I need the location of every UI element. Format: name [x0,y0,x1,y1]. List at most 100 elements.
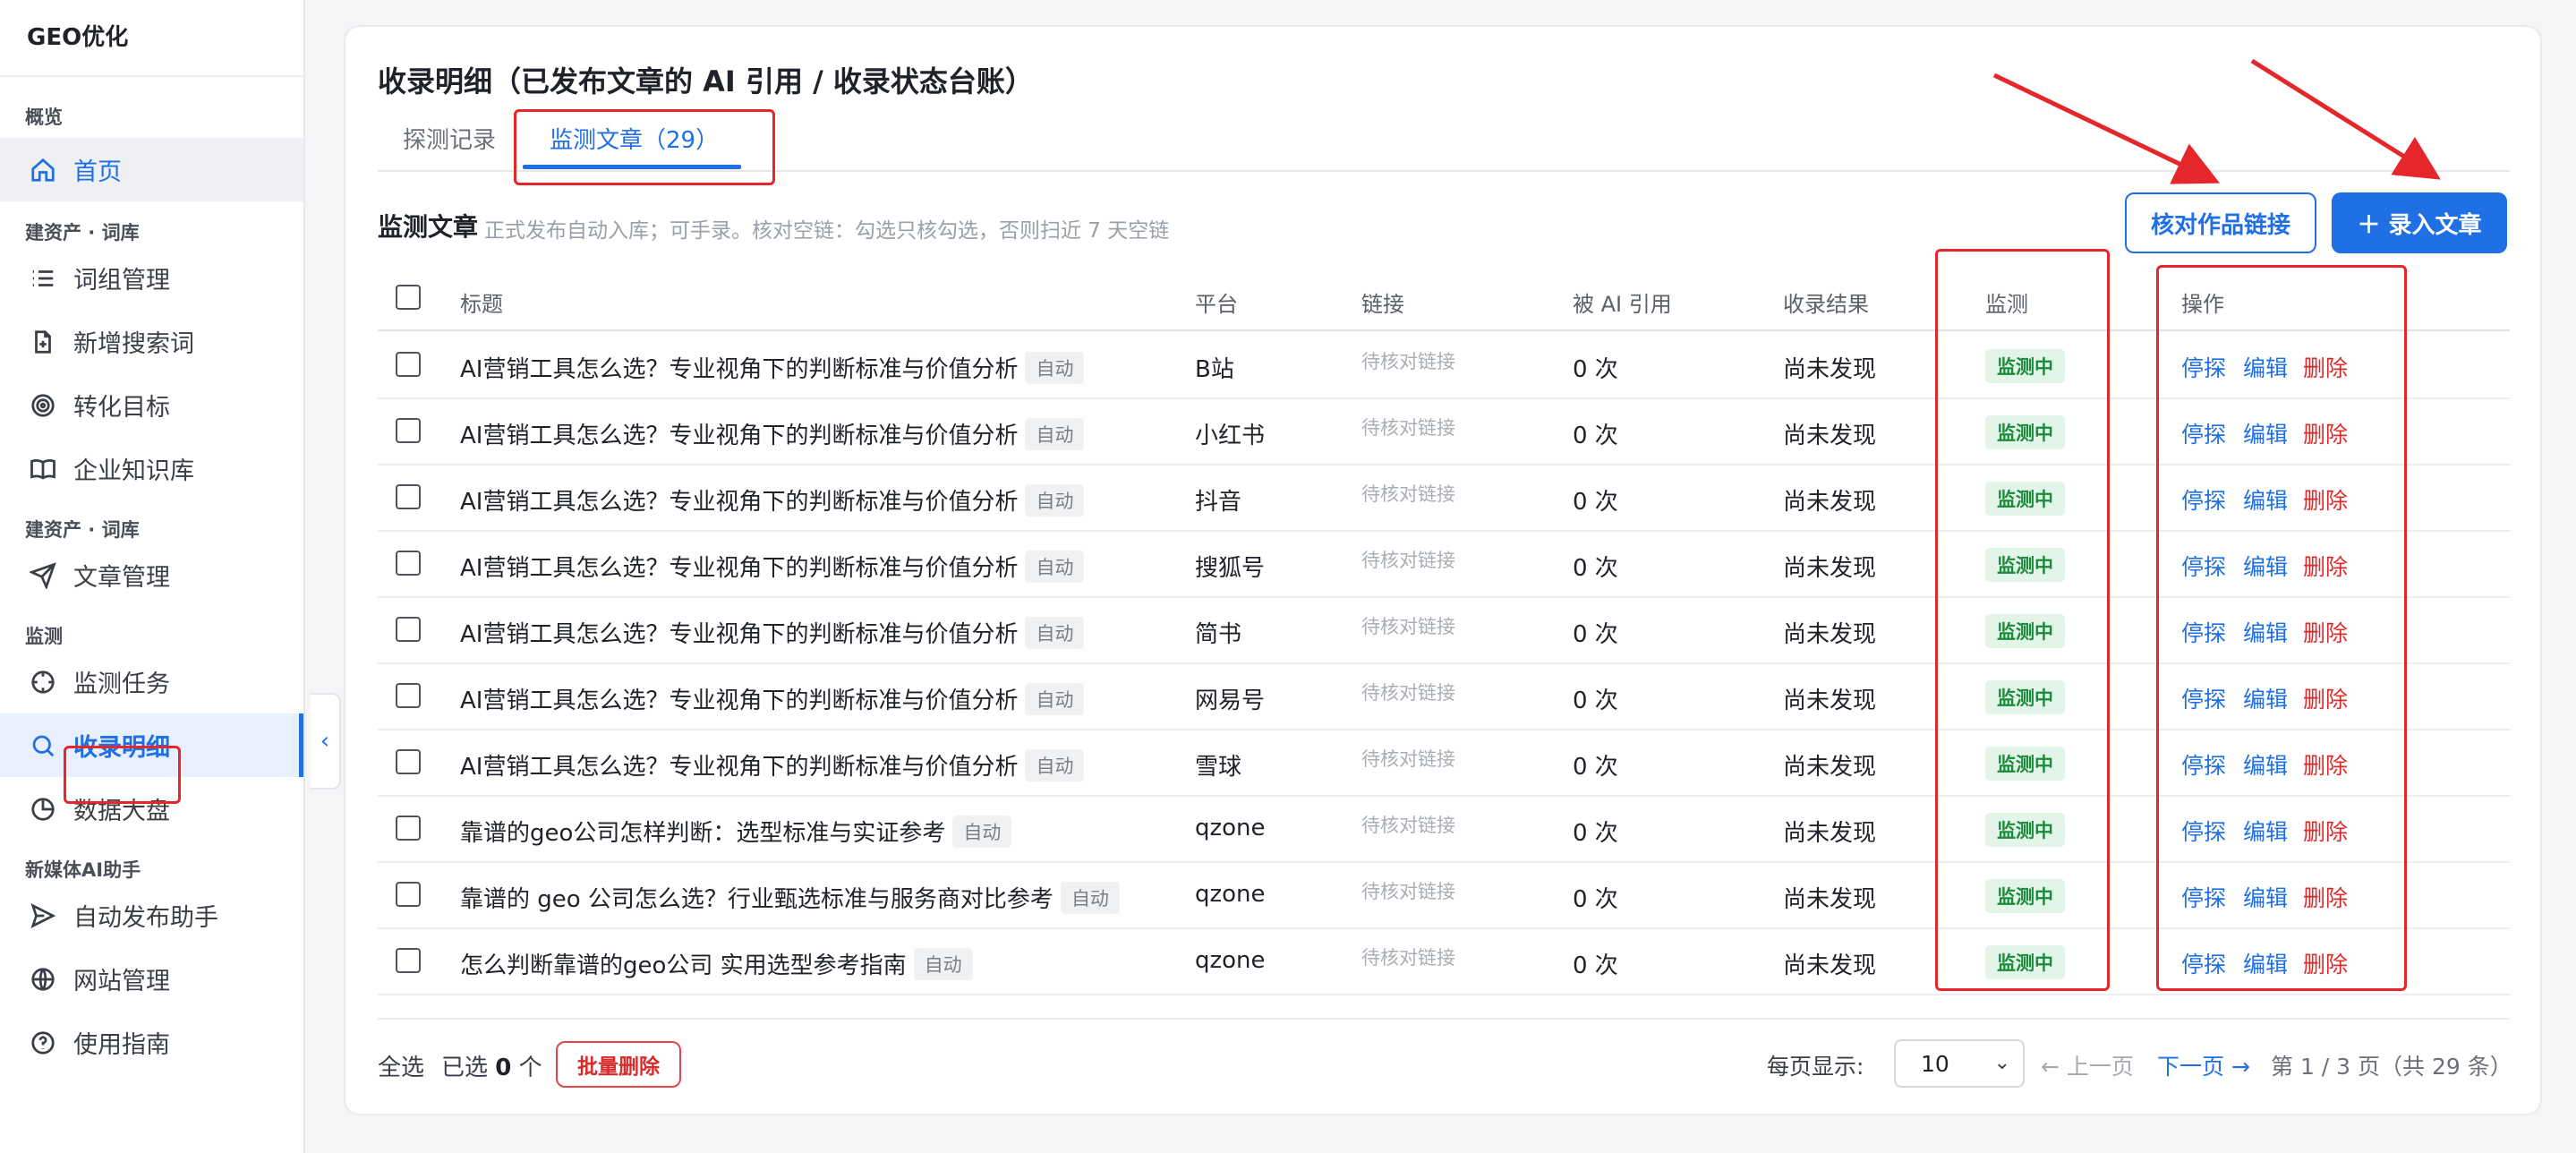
sidebar-item-home[interactable]: 首页 [0,138,303,201]
annotation-box-nav [64,746,181,804]
inclusion-result-cell: 尚未发现 [1783,356,1877,383]
row-checkbox[interactable] [396,484,421,509]
platform-cell: B站 [1195,356,1234,383]
ai-cited-cell: 0 次 [1573,555,1618,582]
sidebar-item-conversion-goal[interactable]: 转化目标 [0,373,303,437]
batch-delete-button[interactable]: 批量删除 [556,1041,681,1088]
pie-chart-icon [29,795,57,824]
selected-number: 0 [495,1055,512,1081]
platform-cell: 小红书 [1195,423,1266,449]
tab-probe-records[interactable]: 探测记录 [403,122,496,155]
home-icon [29,156,57,184]
crosshair-icon [29,668,57,696]
ai-cited-cell: 0 次 [1573,688,1618,714]
article-title: AI营销工具怎么选？专业视角下的判断标准与价值分析 [460,754,1019,781]
inclusion-result-cell: 尚未发现 [1783,952,1877,979]
target-icon [29,391,57,420]
select-all-link[interactable]: 全选 [378,1049,424,1082]
column-header-title: 标题 [460,292,503,317]
sidebar-item-label: 自动发布助手 [73,904,218,932]
sidebar-item-label: 网站管理 [73,968,170,995]
per-page-label: 每页显示: [1767,1054,1864,1080]
title-cell: AI营销工具怎么选？专业视角下的判断标准与价值分析 自动 [460,550,1085,583]
inclusion-result-cell: 尚未发现 [1783,820,1877,847]
next-page-link[interactable]: 下一页 → [2157,1049,2250,1081]
file-plus-icon [29,328,57,356]
inclusion-result-cell: 尚未发现 [1783,688,1877,714]
page-size-select[interactable]: 10 ⌄ [1894,1039,2025,1088]
row-checkbox[interactable] [396,683,421,708]
section-title: 监测文章 [378,212,479,242]
link-cell: 待核对链接 [1361,417,1455,439]
ai-cited-cell: 0 次 [1573,621,1618,648]
verify-links-button[interactable]: 核对作品链接 [2125,192,2316,253]
sidebar-item-monitor-tasks[interactable]: 监测任务 [0,650,303,713]
sidebar-item-user-guide[interactable]: 使用指南 [0,1011,303,1074]
send-icon [29,561,57,590]
select-all-checkbox[interactable] [396,285,421,310]
selected-suffix: 个 [518,1055,542,1081]
book-icon [29,455,57,483]
sidebar-section-overview: 概览 [25,107,63,128]
inclusion-result-cell: 尚未发现 [1783,555,1877,582]
sidebar-item-auto-publish[interactable]: 自动发布助手 [0,884,303,947]
platform-cell: 网易号 [1195,688,1266,714]
page-size-value: 10 [1921,1050,1949,1077]
sidebar-item-label: 词组管理 [73,267,170,295]
ai-cited-cell: 0 次 [1573,356,1618,383]
title-cell: 怎么判断靠谱的geo公司 实用选型参考指南 自动 [460,947,973,980]
sidebar-item-label: 首页 [73,158,122,186]
auto-tag: 自动 [1060,882,1120,914]
inclusion-result-cell: 尚未发现 [1783,754,1877,781]
article-title: AI营销工具怎么选？专业视角下的判断标准与价值分析 [460,688,1019,714]
chevron-left-icon: ‹ [320,728,330,755]
title-cell: AI营销工具怎么选？专业视角下的判断标准与价值分析 自动 [460,417,1085,450]
column-header-inclusion-result: 收录结果 [1783,292,1869,317]
row-checkbox[interactable] [396,882,421,907]
platform-cell: 抖音 [1195,489,1242,516]
row-checkbox[interactable] [396,749,421,774]
title-cell: 靠谱的geo公司怎样判断：选型标准与实证参考 自动 [460,815,1012,848]
brand-logo: GEO优化 [0,0,303,77]
article-title: 靠谱的 geo 公司怎么选？行业甄选标准与服务商对比参考 [460,886,1053,913]
column-header-ai-cited: 被 AI 引用 [1573,292,1672,317]
sidebar-collapse-button[interactable]: ‹ [311,693,341,790]
annotation-box-monitor-column [1935,249,2110,991]
auto-tag: 自动 [1025,484,1085,517]
row-checkbox[interactable] [396,551,421,576]
article-title: 怎么判断靠谱的geo公司 实用选型参考指南 [460,952,907,979]
row-checkbox[interactable] [396,352,421,377]
ai-cited-cell: 0 次 [1573,423,1618,449]
ai-cited-cell: 0 次 [1573,754,1618,781]
auto-tag: 自动 [1025,418,1085,450]
ai-cited-cell: 0 次 [1573,489,1618,516]
row-checkbox[interactable] [396,617,421,642]
link-cell: 待核对链接 [1361,682,1455,704]
link-cell: 待核对链接 [1361,815,1455,836]
article-title: AI营销工具怎么选？专业视角下的判断标准与价值分析 [460,489,1019,516]
sidebar-item-add-search-term[interactable]: 新增搜索词 [0,310,303,373]
sidebar-item-site-management[interactable]: 网站管理 [0,947,303,1011]
row-checkbox[interactable] [396,418,421,443]
sidebar-item-label: 文章管理 [73,564,170,592]
sidebar-section-monitoring: 监测 [25,626,63,647]
article-title: AI营销工具怎么选？专业视角下的判断标准与价值分析 [460,356,1019,383]
add-article-button[interactable]: ＋ 录入文章 [2332,192,2507,253]
prev-page-link[interactable]: ← 上一页 [2041,1049,2134,1081]
platform-cell: 雪球 [1195,754,1242,781]
sidebar-item-phrase-management[interactable]: 词组管理 [0,246,303,310]
auto-tag: 自动 [1025,683,1085,715]
platform-cell: 简书 [1195,621,1242,648]
auto-tag: 自动 [1025,352,1085,384]
auto-tag: 自动 [1025,749,1085,781]
sidebar-section-assets-2: 建资产 · 词库 [25,519,140,541]
sidebar-item-label: 使用指南 [73,1031,170,1059]
auto-tag: 自动 [952,816,1012,848]
sidebar-item-article-management[interactable]: 文章管理 [0,543,303,607]
row-checkbox[interactable] [396,816,421,841]
row-checkbox[interactable] [396,948,421,973]
sidebar-item-knowledge-base[interactable]: 企业知识库 [0,437,303,500]
ai-cited-cell: 0 次 [1573,820,1618,847]
search-icon [29,731,57,760]
auto-tag: 自动 [1025,551,1085,583]
